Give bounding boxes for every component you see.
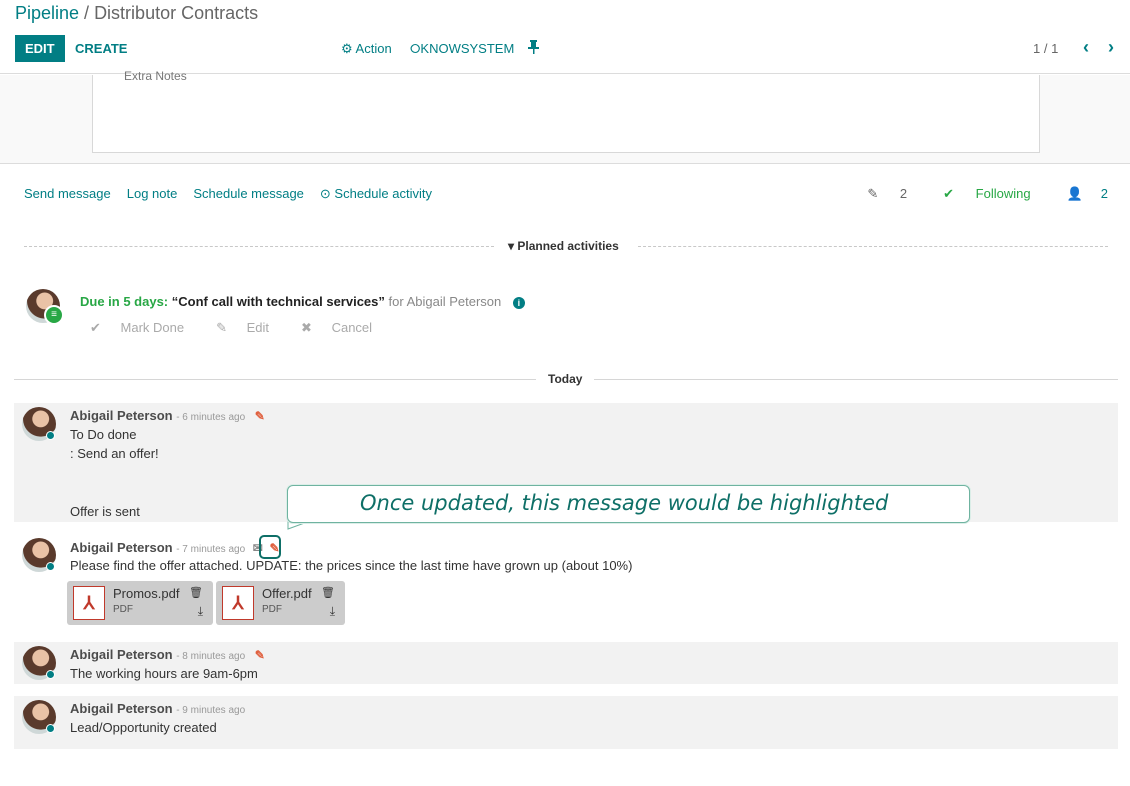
download-icon[interactable]: ⤓ [198,604,203,619]
trash-icon[interactable]: 🗑 [189,586,203,599]
user-icon: 👤 [1066,186,1083,201]
today-separator-line-left [14,379,536,380]
message-body-line: : Send an offer! [70,446,159,461]
edit-button[interactable]: EDIT [15,35,65,62]
activity-edit-label: Edit [246,320,270,335]
send-message-button[interactable]: Send message [24,186,111,201]
activity-actions: ✔ Mark Done ✎ Edit ✖ Cancel [90,320,404,336]
today-separator-label: Today [548,372,583,386]
chatter-toolbar: Send message Log note Schedule message ⊙ Sc… [24,186,448,202]
schedule-message-button[interactable]: Schedule message [193,186,304,201]
message-body-line: To Do done [70,427,137,442]
attachment-card[interactable]: ⅄ Promos.pdf PDF 🗑 ⤓ [67,581,213,625]
attachments-count: 2 [899,186,908,201]
message-header: Abigail Peterson - 8 minutes ago ✎ [70,647,268,662]
activity-type-icon: ≡ [44,305,64,325]
message-author[interactable]: Abigail Peterson [70,701,173,716]
highlight-marker [259,535,281,559]
activity-edit-button[interactable]: ✎ Edit [216,320,285,335]
followers-button[interactable]: 👤 2 [1049,186,1108,201]
create-button[interactable]: CREATE [75,35,127,62]
message-header: Abigail Peterson - 6 minutes ago ✎ [70,408,268,423]
attachment-type: PDF [113,604,133,615]
pager-value[interactable]: 1 / 1 [1033,41,1058,56]
mark-done-label: Mark Done [120,320,185,335]
activity-cancel-button[interactable]: ✖ Cancel [301,320,388,335]
message-body-line: Please find the offer attached. UPDATE: … [70,558,633,573]
action-menu-button[interactable]: ⚙ Action [341,41,392,57]
attachment-name: Promos.pdf [113,586,180,601]
message-date: - 8 minutes ago [176,651,246,662]
today-separator-line-right [594,379,1118,380]
trash-icon[interactable]: 🗑 [321,586,335,599]
message-item: Abigail Peterson - 9 minutes ago Lead/Op… [14,696,1118,749]
chatter-topbar-right: ✎ 2 ✔ Following 👤 2 [831,186,1108,202]
planned-separator-line-left [24,246,494,247]
schedule-activity-button[interactable]: ⊙ Schedule activity [320,186,432,201]
activity-due: Due in 5 days: [80,294,169,309]
attachment-name: Offer.pdf [262,586,312,601]
message-body-line: The working hours are 9am-6pm [70,666,258,681]
pin-icon[interactable] [528,40,539,57]
mark-done-button[interactable]: ✔ Mark Done [90,320,200,335]
pager-previous-icon[interactable]: ‹ [1083,37,1089,58]
message-body-line: Offer is sent [70,504,140,519]
message-date: - 9 minutes ago [176,705,246,716]
check-icon: ✔ [90,320,101,335]
followers-count: 2 [1100,186,1108,201]
activity-summary: Due in 5 days: “Conf call with technical… [80,294,525,309]
message-author[interactable]: Abigail Peterson [70,408,173,423]
download-icon[interactable]: ⤓ [330,604,335,619]
message-item: Abigail Peterson - 8 minutes ago ✎ The w… [14,642,1118,684]
pencil-icon: ✎ [216,320,228,335]
paperclip-icon: ✎ [867,186,879,201]
activity-title: “Conf call with technical services” [171,294,385,309]
attachment-card[interactable]: ⅄ Offer.pdf PDF 🗑 ⤓ [216,581,345,625]
message-header: Abigail Peterson - 7 minutes ago ✉ ✎ [70,540,282,555]
message-body-line: Lead/Opportunity created [70,720,217,735]
knowsystem-button[interactable]: ⭘KNOWSYSTEM [410,41,514,57]
planned-activities-header: Planned activities [517,239,619,253]
message-author[interactable]: Abigail Peterson [70,540,173,555]
breadcrumb-root-link[interactable]: Pipeline [15,3,79,23]
message-date: - 6 minutes ago [176,412,246,423]
check-icon: ✔ [943,186,955,201]
log-note-button[interactable]: Log note [127,186,178,201]
breadcrumb: Pipeline / Distributor Contracts [15,3,258,24]
tutorial-callout: Once updated, this message would be high… [287,485,970,523]
pager-next-icon[interactable]: › [1108,37,1114,58]
form-sheet [92,75,1040,153]
online-status-icon [46,431,55,440]
following-label: Following [975,186,1031,201]
message-date: - 7 minutes ago [176,544,246,555]
extra-notes-label: Extra Notes [124,70,187,80]
breadcrumb-separator: / [79,3,95,23]
edit-icon[interactable]: ✎ [255,649,268,661]
pdf-icon: ⅄ [73,586,105,620]
message-author[interactable]: Abigail Peterson [70,647,173,662]
callout-text: Once updated, this message would be high… [360,491,889,515]
close-icon: ✖ [301,320,312,335]
edit-icon[interactable]: ✎ [255,410,268,422]
caret-down-icon: ▾ [508,239,515,253]
attachment-type: PDF [262,604,282,615]
info-icon[interactable]: i [512,297,525,309]
attachments-button[interactable]: ✎ 2 [849,186,907,201]
online-status-icon [46,670,55,679]
activity-cancel-label: Cancel [331,320,373,335]
breadcrumb-current: Distributor Contracts [94,3,259,23]
activity-assignee: for Abigail Peterson [388,294,502,309]
online-status-icon [46,724,55,733]
planned-activities-toggle[interactable]: ▾ Planned activities [508,239,619,253]
online-status-icon [46,562,55,571]
message-item: Abigail Peterson - 7 minutes ago ✉ ✎ Ple… [14,532,1118,632]
pdf-icon: ⅄ [222,586,254,620]
message-header: Abigail Peterson - 9 minutes ago [70,701,245,716]
following-button[interactable]: ✔ Following [925,186,1030,201]
planned-separator-line-right [638,246,1108,247]
control-panel: Pipeline / Distributor Contracts EDIT CR… [0,0,1130,74]
